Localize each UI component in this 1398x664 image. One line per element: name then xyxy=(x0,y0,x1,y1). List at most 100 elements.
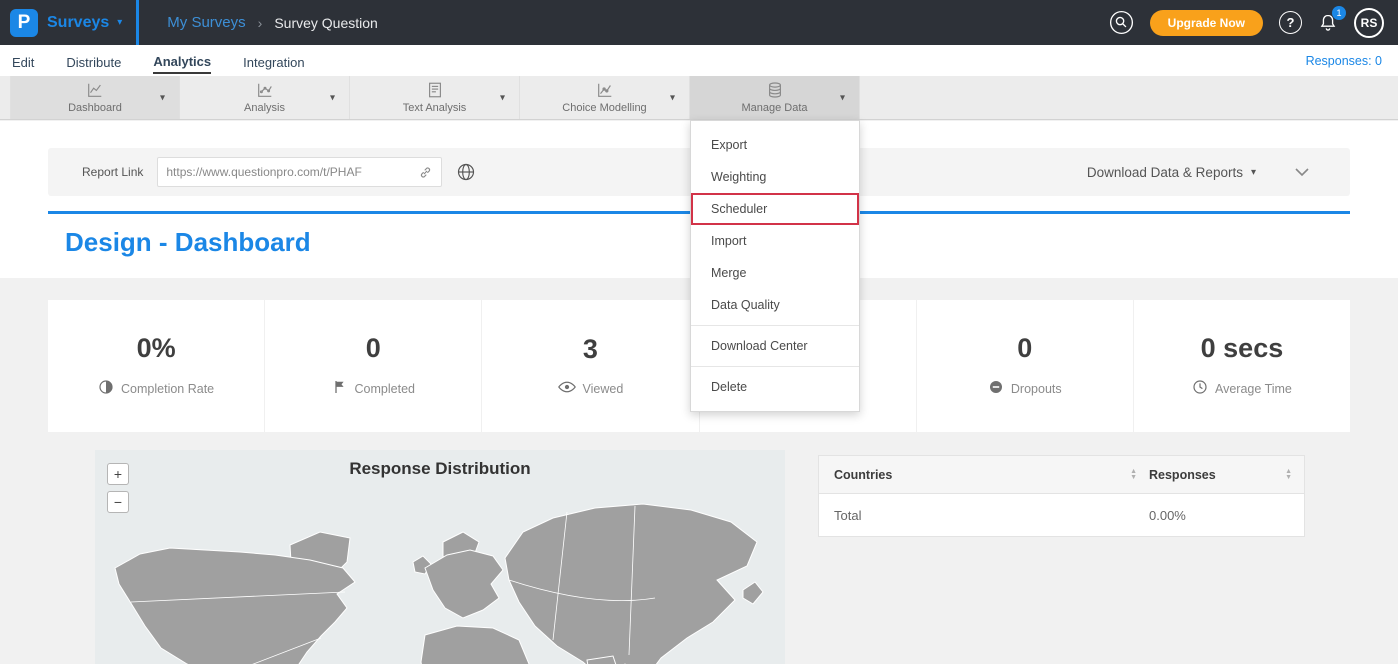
stat-value: 0% xyxy=(137,333,176,364)
stat-value: 0 xyxy=(366,333,381,364)
download-data-reports-dropdown[interactable]: Download Data & Reports ▾ xyxy=(1087,165,1256,180)
report-url-box xyxy=(157,157,442,187)
toolbar-manage-data[interactable]: Manage Data ▾ xyxy=(690,76,860,119)
map-title: Response Distribution xyxy=(95,459,785,479)
caret-down-icon: ▾ xyxy=(117,17,122,28)
countries-header-label: Countries xyxy=(834,468,892,482)
report-url-input[interactable] xyxy=(166,165,418,179)
table-row-total: Total 0.00% xyxy=(819,494,1304,536)
topbar-actions: Upgrade Now ? 1 RS xyxy=(1109,8,1398,38)
stat-average-time: 0 secs Average Time xyxy=(1134,300,1350,432)
globe-icon[interactable] xyxy=(456,162,476,182)
caret-down-icon: ▾ xyxy=(330,92,335,103)
choice-modelling-chart-icon xyxy=(596,81,614,99)
menu-divider xyxy=(691,366,859,367)
link-icon[interactable] xyxy=(418,165,433,180)
breadcrumb-separator-icon: › xyxy=(258,15,263,31)
sort-desc-icon: ▼ xyxy=(1130,475,1137,481)
caret-down-icon: ▾ xyxy=(670,92,675,103)
collapse-chevron-icon[interactable] xyxy=(1294,167,1310,177)
tab-edit[interactable]: Edit xyxy=(12,49,34,73)
sort-desc-icon: ▼ xyxy=(1285,475,1292,481)
stat-label: Completion Rate xyxy=(121,382,214,396)
menu-item-scheduler[interactable]: Scheduler xyxy=(691,193,859,225)
sort-icon[interactable]: ▲ ▼ xyxy=(1285,469,1292,481)
menu-item-delete[interactable]: Delete xyxy=(691,371,859,403)
user-avatar[interactable]: RS xyxy=(1354,8,1384,38)
zoom-in-button[interactable]: + xyxy=(107,463,129,485)
caret-down-icon: ▾ xyxy=(1251,167,1256,178)
report-link-label: Report Link xyxy=(82,165,143,179)
caret-down-icon: ▾ xyxy=(500,92,505,103)
stat-dropouts: 0 Dropouts xyxy=(917,300,1134,432)
stat-completion-rate: 0% Completion Rate xyxy=(48,300,265,432)
completed-flag-icon xyxy=(332,379,348,400)
menu-item-weighting[interactable]: Weighting xyxy=(691,161,859,193)
menu-item-import[interactable]: Import xyxy=(691,225,859,257)
upgrade-now-button[interactable]: Upgrade Now xyxy=(1150,10,1263,36)
countries-responses-table: Countries ▲ ▼ Responses ▲ ▼ Total 0.00% xyxy=(818,455,1305,537)
toolbar-analysis-label: Analysis xyxy=(244,102,285,114)
help-icon[interactable]: ? xyxy=(1279,11,1302,34)
product-name: Surveys xyxy=(47,14,109,32)
sort-icon[interactable]: ▲ ▼ xyxy=(1130,469,1137,481)
zoom-out-button[interactable]: − xyxy=(107,491,129,513)
table-header-row: Countries ▲ ▼ Responses ▲ ▼ xyxy=(819,456,1304,494)
questionpro-logo[interactable]: P xyxy=(10,9,38,37)
breadcrumb-current-survey: Survey Question xyxy=(274,15,378,31)
response-distribution-map-card: Response Distribution + − xyxy=(95,450,785,664)
search-icon[interactable] xyxy=(1109,10,1134,35)
stat-value: 0 secs xyxy=(1201,333,1284,364)
dashboard-chart-icon xyxy=(86,81,104,99)
toolbar-dashboard-label: Dashboard xyxy=(68,102,122,114)
stat-value: 3 xyxy=(583,334,598,365)
caret-down-icon: ▾ xyxy=(840,92,845,103)
stat-label: Completed xyxy=(355,382,415,396)
menu-item-data-quality[interactable]: Data Quality xyxy=(691,289,859,321)
toolbar-choice-modelling-label: Choice Modelling xyxy=(562,102,646,114)
tab-analytics[interactable]: Analytics xyxy=(153,48,211,74)
manage-data-dropdown-menu: Export Weighting Scheduler Import Merge … xyxy=(690,120,860,412)
breadcrumb-my-surveys[interactable]: My Surveys xyxy=(167,14,245,31)
responses-header-label: Responses xyxy=(1149,468,1216,482)
surveys-product-menu[interactable]: P Surveys ▾ xyxy=(0,0,139,45)
caret-down-icon: ▾ xyxy=(160,92,165,103)
stat-label: Average Time xyxy=(1215,382,1292,396)
completion-rate-icon xyxy=(98,379,114,400)
stat-label: Dropouts xyxy=(1011,382,1062,396)
menu-divider xyxy=(691,325,859,326)
stat-value: 0 xyxy=(1017,333,1032,364)
column-header-countries[interactable]: Countries ▲ ▼ xyxy=(819,468,1149,482)
responses-count: Responses: 0 xyxy=(1306,54,1386,68)
toolbar-manage-data-label: Manage Data xyxy=(741,102,807,114)
dropouts-icon xyxy=(988,379,1004,400)
toolbar-dashboard[interactable]: Dashboard ▾ xyxy=(10,76,180,119)
notification-badge: 1 xyxy=(1332,6,1346,20)
tab-integration[interactable]: Integration xyxy=(243,49,304,73)
map-zoom-controls: + − xyxy=(107,463,129,513)
column-header-responses[interactable]: Responses ▲ ▼ xyxy=(1149,468,1304,482)
toolbar-text-analysis[interactable]: Text Analysis ▾ xyxy=(350,76,520,119)
breadcrumb: My Surveys › Survey Question xyxy=(167,14,378,31)
tab-distribute[interactable]: Distribute xyxy=(66,49,121,73)
analysis-chart-icon xyxy=(256,81,274,99)
menu-item-download-center[interactable]: Download Center xyxy=(691,330,859,362)
stat-label: Viewed xyxy=(583,382,624,396)
stat-completed: 0 Completed xyxy=(265,300,482,432)
survey-section-tabs: Edit Distribute Analytics Integration Re… xyxy=(0,45,1398,76)
total-label: Total xyxy=(819,508,1149,523)
toolbar-choice-modelling[interactable]: Choice Modelling ▾ xyxy=(520,76,690,119)
average-time-clock-icon xyxy=(1192,379,1208,400)
top-navigation-bar: P Surveys ▾ My Surveys › Survey Question… xyxy=(0,0,1398,45)
notifications-bell-icon[interactable]: 1 xyxy=(1318,13,1338,33)
stat-viewed: 3 Viewed xyxy=(482,300,699,432)
world-map[interactable] xyxy=(95,450,785,664)
text-analysis-document-icon xyxy=(426,81,444,99)
menu-item-merge[interactable]: Merge xyxy=(691,257,859,289)
toolbar-analysis[interactable]: Analysis ▾ xyxy=(180,76,350,119)
download-data-reports-label: Download Data & Reports xyxy=(1087,165,1243,180)
toolbar-text-analysis-label: Text Analysis xyxy=(403,102,467,114)
page-title: Design - Dashboard xyxy=(65,227,311,258)
total-responses-value: 0.00% xyxy=(1149,508,1304,523)
menu-item-export[interactable]: Export xyxy=(691,129,859,161)
